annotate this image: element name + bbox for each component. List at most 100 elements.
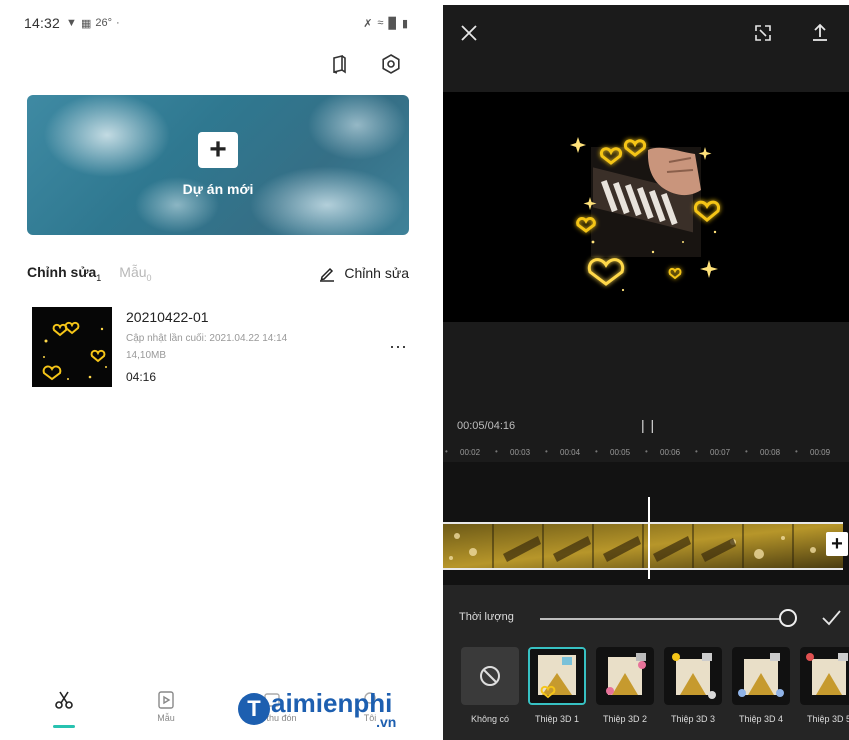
gallery-icon: ▦ <box>80 17 92 30</box>
close-icon[interactable] <box>459 23 479 43</box>
more-options-button[interactable]: ⋯ <box>389 337 408 358</box>
effect-card-3d-5-tile <box>800 647 849 705</box>
no-effect-icon <box>480 666 500 686</box>
project-thumbnail <box>32 307 112 387</box>
wifi-icon: ≈ <box>377 16 384 29</box>
card-3d-thumbnail <box>732 647 790 705</box>
ruler-tick: 00:09 <box>810 448 831 457</box>
status-right-icons: ✗ ≈ ▉ ▮ <box>363 17 408 30</box>
tab-templates-count: 0 <box>146 272 152 283</box>
nav-edit[interactable] <box>34 689 94 713</box>
ruler-tick: 00:08 <box>760 448 781 457</box>
ruler-tick: 00:05 <box>610 448 631 457</box>
timeline-ruler: • 00:02 • 00:03 • 00:04 • 00:05 • 00:06 … <box>443 445 849 461</box>
effect-card-3d-4-tile <box>732 647 790 705</box>
ruler-dot: • <box>645 447 648 456</box>
editor-screen: 00:05/04:16 | | • 00:02 • 00:03 • 00:04 … <box>443 5 849 740</box>
template-icon <box>158 691 174 709</box>
ruler-dot: • <box>695 447 698 456</box>
plus-icon: + <box>198 132 238 168</box>
watermark-logo: Taimienphi .vn <box>238 688 396 730</box>
status-bar: 14:32 ▼ ▦ 26° · ✗ ≈ ▉ ▮ <box>24 13 408 33</box>
ruler-tick: 00:07 <box>710 448 731 457</box>
mute-icon: ✗ <box>363 17 373 30</box>
effect-none-tile <box>461 647 519 705</box>
scissors-icon <box>55 691 73 709</box>
card-3d-thumbnail <box>800 647 849 705</box>
ruler-dot: • <box>545 447 548 456</box>
confirm-check-icon[interactable] <box>820 606 842 628</box>
watermark-initial: T <box>238 693 270 725</box>
effect-card-3d-4[interactable]: Thiệp 3D 4 <box>730 647 792 724</box>
new-project-card[interactable]: + Dự án mới <box>27 95 409 235</box>
effect-card-3d-3-tile <box>664 647 722 705</box>
effect-card-3d-1[interactable]: Thiệp 3D 1 <box>526 647 588 724</box>
effect-card-3d-1-tile <box>528 647 586 705</box>
effect-card-3d-3-label: Thiệp 3D 3 <box>670 714 716 724</box>
effect-card-3d-2-label: Thiệp 3D 2 <box>602 714 648 724</box>
status-left-icons: ▼ ▦ 26° · <box>66 17 120 30</box>
card-3d-thumbnail <box>664 647 722 705</box>
playback-area: 00:05/04:16 | | <box>443 322 849 462</box>
ruler-dot: • <box>445 447 448 456</box>
effect-card-3d-5[interactable]: Thiệp 3D 5 <box>798 647 849 724</box>
duration-slider-track[interactable] <box>540 618 788 620</box>
settings-gear-icon[interactable] <box>380 53 402 75</box>
effect-card-3d-4-label: Thiệp 3D 4 <box>738 714 784 724</box>
edit-list-label: Chỉnh sửa <box>344 265 409 281</box>
effects-list: Không có Thiệp 3D 1 Thiệp 3D 2 Thiệp 3D … <box>459 647 849 737</box>
ruler-dot: • <box>745 447 748 456</box>
projects-screen: 14:32 ▼ ▦ 26° · ✗ ≈ ▉ ▮ + Dự án mới Chỉn… <box>10 5 422 740</box>
effect-none[interactable]: Không có <box>459 647 521 724</box>
hearts-thumbnail-art <box>42 321 107 381</box>
tab-edit[interactable]: Chỉnh sửa1 <box>27 264 101 283</box>
editor-top-bar <box>443 5 849 90</box>
card-3d-thumbnail <box>596 647 654 705</box>
project-size: 14,10MB <box>126 350 167 361</box>
tab-templates[interactable]: Mẫu0 <box>119 264 151 283</box>
video-preview[interactable] <box>443 92 849 322</box>
ruler-tick: 00:02 <box>460 448 481 457</box>
battery-icon: ▮ <box>401 17 408 30</box>
status-temperature: 26° <box>95 16 112 29</box>
project-item[interactable]: 20210422-01 Cập nhật lần cuối: 2021.04.2… <box>32 307 414 391</box>
preview-hearts-art <box>570 137 721 292</box>
watermark-suffix: .vn <box>376 714 397 730</box>
screenshot-root: 14:32 ▼ ▦ 26° · ✗ ≈ ▉ ▮ + Dự án mới Chỉn… <box>0 0 849 740</box>
dot-icon: · <box>115 16 120 29</box>
duration-slider-knob[interactable] <box>779 609 797 627</box>
effect-card-3d-2-tile <box>596 647 654 705</box>
top-action-icons <box>328 53 402 75</box>
ruler-dot: • <box>795 447 798 456</box>
pause-button[interactable]: | | <box>641 417 655 433</box>
effects-panel: Thời lượng Không có Thiệp 3D 1 Thiệp 3D … <box>443 585 849 740</box>
edit-list-button[interactable]: Chỉnh sửa <box>318 264 409 282</box>
pencil-icon <box>320 267 335 282</box>
tab-edit-label: Chỉnh sửa <box>27 263 97 280</box>
notification-icon: ▼ <box>66 16 77 29</box>
nav-active-indicator <box>53 725 75 728</box>
effect-card-3d-3[interactable]: Thiệp 3D 3 <box>662 647 724 724</box>
signal-icon: ▉ <box>388 17 397 30</box>
card-3d-thumbnail <box>530 649 584 703</box>
project-info: 20210422-01 Cập nhật lần cuối: 2021.04.2… <box>126 309 287 384</box>
ruler-tick: 00:03 <box>510 448 531 457</box>
ruler-tick: 00:04 <box>560 448 581 457</box>
new-project-label: Dự án mới <box>182 181 254 197</box>
effect-none-label: Không có <box>470 714 510 724</box>
playback-timecode: 00:05/04:16 <box>457 420 516 432</box>
ruler-dot: • <box>595 447 598 456</box>
nav-templates[interactable]: Mẫu <box>136 689 196 723</box>
timeline-playhead[interactable] <box>648 497 650 579</box>
ruler-tick: 00:06 <box>660 448 681 457</box>
effect-card-3d-2[interactable]: Thiệp 3D 2 <box>594 647 656 724</box>
add-clip-button[interactable]: + <box>826 532 848 556</box>
tab-templates-label: Mẫu <box>119 263 147 280</box>
project-tabs: Chỉnh sửa1 Mẫu0 Chỉnh sửa <box>27 263 409 283</box>
video-clip-strip[interactable] <box>443 522 843 570</box>
fullscreen-icon[interactable] <box>753 23 773 43</box>
export-icon[interactable] <box>809 21 831 43</box>
watermark-brand: aimienphi <box>271 688 393 718</box>
tutorial-book-icon[interactable] <box>328 53 350 75</box>
clip-frames <box>443 524 843 568</box>
